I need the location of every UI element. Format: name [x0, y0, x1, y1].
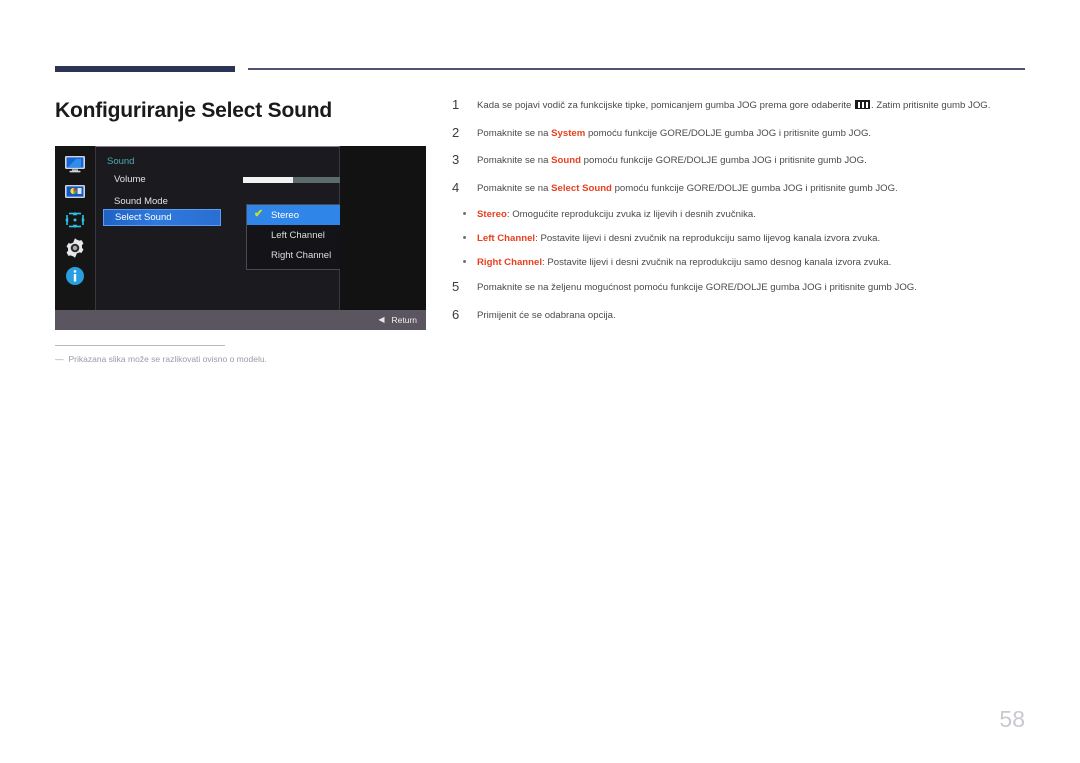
bullet-stereo: • Stereo: Omogućite reprodukciju zvuka i… — [452, 208, 1027, 221]
footnote-text: Prikazana slika može se razlikovati ovis… — [68, 354, 267, 364]
step-4-text-pre: Pomaknite se na — [477, 182, 552, 194]
footnote-divider — [55, 345, 225, 346]
onscreen-display-icon[interactable] — [62, 209, 88, 231]
manual-page: Konfiguriranje Select Sound Sound Volume… — [0, 0, 1080, 763]
check-icon: ✔ — [254, 208, 264, 220]
bullet-left-channel: • Left Channel: Postavite lijevi i desni… — [452, 232, 1027, 245]
volume-slider[interactable] — [243, 177, 343, 183]
osd-footer-bar: ◀ Return — [55, 310, 426, 330]
step-3: 3 Pomaknite se na Sound pomoću funkcije … — [452, 153, 1027, 167]
step-3-text-post: pomoću funkcije GORE/DOLJE gumba JOG i p… — [580, 155, 867, 166]
bullet-dot-icon: • — [462, 208, 467, 220]
step-3-keyword: Sound — [551, 155, 581, 166]
bullet-right-channel-desc: : Postavite lijevi i desni zvučnik na re… — [542, 257, 892, 268]
step-4-text-post: pomoću funkcije GORE/DOLJE gumba JOG i p… — [611, 182, 898, 194]
step-6: 6 Primijenit će se odabrana opcija. — [452, 308, 1027, 322]
osd-sidebar — [55, 146, 95, 310]
osd-row-sound-mode-label: Sound Mode — [114, 196, 168, 207]
page-number: 58 — [999, 706, 1025, 732]
menu-glyph-icon — [855, 100, 871, 109]
step-2-keyword: System — [551, 127, 586, 139]
step-5: 5 Pomaknite se na željenu mogućnost pomo… — [452, 280, 1027, 294]
system-gear-icon[interactable] — [62, 237, 88, 259]
step-2-text-pre: Pomaknite se na — [477, 127, 552, 139]
page-title: Konfiguriranje Select Sound — [55, 99, 332, 122]
step-5-number: 5 — [452, 279, 460, 294]
dropdown-option-right-channel-label: Right Channel — [271, 249, 332, 261]
bullet-stereo-keyword: Stereo — [477, 209, 507, 220]
dropdown-option-stereo-label: Stereo — [271, 209, 299, 221]
osd-settings-panel: Sound Volume 50 Sound Mode Select Sound … — [95, 146, 379, 310]
step-1-text-post: . Zatim pritisnite gumb JOG. — [871, 100, 991, 111]
volume-slider-fill — [243, 177, 293, 183]
osd-section-title: Sound — [107, 156, 135, 167]
step-1-number: 1 — [452, 97, 460, 112]
osd-menu-illustration: Sound Volume 50 Sound Mode Select Sound … — [55, 146, 426, 330]
step-2-number: 2 — [452, 124, 460, 140]
step-4-number: 4 — [452, 179, 460, 195]
bullet-right-channel-text: Right Channel: Postavite lijevi i desni … — [477, 256, 1027, 269]
step-5-text: Pomaknite se na željenu mogućnost pomoću… — [477, 282, 917, 293]
step-6-number: 6 — [452, 306, 460, 322]
osd-row-volume-label: Volume — [114, 174, 146, 185]
step-1-text-pre: Kada se pojavi vodič za funkcijske tipke… — [477, 100, 855, 111]
instruction-steps: 1 Kada se pojavi vodič za funkcijske tip… — [452, 98, 1027, 335]
step-3-text-pre: Pomaknite se na — [477, 155, 552, 166]
header-rule-line — [248, 68, 1025, 70]
osd-background-right — [340, 146, 426, 310]
option-descriptions: • Stereo: Omogućite reprodukciju zvuka i… — [452, 208, 1027, 269]
return-arrow-icon[interactable]: ◀ — [378, 316, 384, 324]
information-icon[interactable] — [62, 265, 88, 287]
footnote-dash: ― — [55, 354, 64, 364]
step-6-text: Primijenit će se odabrana opcija. — [477, 309, 616, 321]
osd-row-select-sound-label: Select Sound — [115, 212, 172, 223]
bullet-stereo-text: Stereo: Omogućite reprodukciju zvuka iz … — [477, 208, 1027, 221]
step-3-number: 3 — [452, 152, 460, 167]
step-1: 1 Kada se pojavi vodič za funkcijske tip… — [452, 98, 1027, 112]
step-4-keyword: Select Sound — [551, 182, 612, 194]
bullet-right-channel: • Right Channel: Postavite lijevi i desn… — [452, 256, 1027, 269]
return-label[interactable]: Return — [391, 315, 417, 325]
step-2-text-post: pomoću funkcije GORE/DOLJE gumba JOG i p… — [585, 127, 872, 139]
picture-icon[interactable] — [62, 181, 88, 203]
bullet-stereo-desc: : Omogućite reprodukciju zvuka iz lijevi… — [506, 209, 756, 220]
osd-row-volume[interactable]: Volume — [103, 171, 221, 188]
step-2-text: Pomaknite se na System pomoću funkcije G… — [477, 126, 1027, 140]
display-icon[interactable] — [62, 153, 88, 175]
step-4: 4 Pomaknite se na Select Sound pomoću fu… — [452, 181, 1027, 195]
dropdown-option-left-channel-label: Left Channel — [271, 229, 325, 241]
osd-row-sound-mode[interactable]: Sound Mode — [103, 193, 221, 210]
bullet-left-channel-keyword: Left Channel — [477, 233, 536, 244]
bullet-dot-icon: • — [462, 256, 467, 268]
step-2: 2 Pomaknite se na System pomoću funkcije… — [452, 126, 1027, 140]
osd-row-select-sound[interactable]: Select Sound — [103, 209, 221, 226]
bullet-left-channel-desc: : Postavite lijevi i desni zvučnik na re… — [535, 233, 881, 244]
bullet-left-channel-text: Left Channel: Postavite lijevi i desni z… — [477, 232, 1027, 245]
osd-body: Sound Volume 50 Sound Mode Select Sound … — [55, 146, 426, 310]
footnote: ― Prikazana slika može se razlikovati ov… — [55, 354, 267, 364]
bullet-dot-icon: • — [462, 232, 467, 244]
bullet-right-channel-keyword: Right Channel — [477, 257, 543, 268]
step-3-text: Pomaknite se na Sound pomoću funkcije GO… — [477, 153, 1027, 167]
step-4-text: Pomaknite se na Select Sound pomoću funk… — [477, 181, 1027, 195]
header-accent-bar — [55, 66, 235, 72]
step-1-text: Kada se pojavi vodič za funkcijske tipke… — [477, 98, 1027, 112]
